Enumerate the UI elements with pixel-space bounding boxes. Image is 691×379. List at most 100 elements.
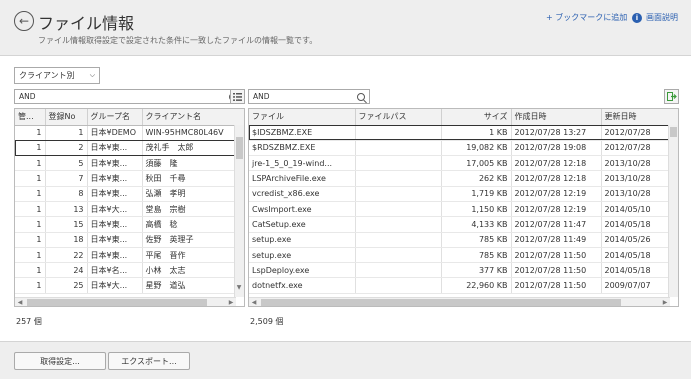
chevron-down-icon: ⌵: [89, 71, 95, 79]
scroll-thumb[interactable]: [236, 137, 243, 159]
table-cell: 須藤 隆: [142, 155, 244, 172]
table-cell: 2012/07/28 13:27: [511, 125, 602, 141]
table-cell: 1: [15, 216, 46, 233]
column-header[interactable]: 作成日時: [511, 109, 602, 126]
column-header[interactable]: 登録No: [45, 109, 88, 126]
table-row[interactable]: 1 22 日本¥東... 平尾 晋作: [15, 247, 244, 264]
table-cell: 平尾 晋作: [142, 247, 244, 264]
column-list-icon[interactable]: [230, 89, 245, 104]
table-cell: 18: [45, 232, 88, 248]
client-table: 管... 登録No グループ名 クライアント名 1 1 日本¥DEMO WIN-95H…: [14, 108, 245, 307]
table-cell: 日本¥DEMO: [87, 125, 143, 141]
scroll-thumb[interactable]: [261, 299, 621, 306]
column-header[interactable]: グループ名: [87, 109, 143, 126]
client-search-input[interactable]: AND: [14, 89, 242, 104]
vertical-scrollbar[interactable]: [234, 125, 244, 297]
table-row[interactable]: setup.exe 785 KB 2012/07/28 11:50 2014/05/1…: [249, 247, 678, 264]
table-row[interactable]: $RDSZBMZ.EXE 19,082 KB 2012/07/28 19:08 201…: [249, 140, 678, 157]
table-cell: 8: [45, 186, 88, 202]
table-row[interactable]: $IDSZBMZ.EXE 1 KB 2012/07/28 13:27 2012/07/…: [249, 125, 678, 141]
table-cell: 堂島 宗樹: [142, 201, 244, 218]
scroll-right-icon[interactable]: ▶: [660, 298, 670, 306]
table-row[interactable]: CwsImport.exe 1,150 KB 2012/07/28 12:19 201…: [249, 201, 678, 218]
back-arrow-icon[interactable]: ←: [14, 11, 34, 31]
column-header[interactable]: 更新日時: [601, 109, 678, 126]
table-cell: 2012/07/28 11:50: [511, 277, 602, 294]
table-row[interactable]: 1 7 日本¥東... 秋田 千尋: [15, 170, 244, 187]
table-cell: 7: [45, 170, 88, 187]
table-row[interactable]: 1 24 日本¥名... 小林 太志: [15, 262, 244, 279]
column-header[interactable]: ファイルパス: [355, 109, 442, 126]
acquire-settings-button[interactable]: 取得設定...: [14, 352, 106, 370]
table-cell: 日本¥東...: [87, 140, 143, 157]
column-header[interactable]: クライアント名: [142, 109, 244, 126]
table-cell: CatSetup.exe: [249, 216, 356, 233]
table-cell: 13: [45, 201, 88, 218]
table-row[interactable]: 1 13 日本¥大... 堂島 宗樹: [15, 201, 244, 218]
export-button[interactable]: エクスポート...: [108, 352, 190, 370]
file-search-input[interactable]: AND: [248, 89, 370, 104]
scroll-right-icon[interactable]: ▶: [226, 298, 236, 306]
file-count: 2,509 個: [250, 317, 284, 326]
bookmark-link[interactable]: + ブックマークに追加: [546, 12, 627, 23]
search-icon[interactable]: [357, 92, 365, 101]
table-row[interactable]: 1 15 日本¥東... 高橋 稔: [15, 216, 244, 233]
page-header: ← ファイル情報 ファイル情報取得設定で設定された条件に一致したファイルの情報一…: [0, 0, 691, 56]
column-header[interactable]: サイズ: [441, 109, 512, 126]
table-row[interactable]: setup.exe 785 KB 2012/07/28 11:49 2014/05/2…: [249, 232, 678, 248]
table-cell: 1: [15, 140, 46, 157]
table-row[interactable]: 1 25 日本¥大... 星野 道弘: [15, 277, 244, 294]
scroll-thumb[interactable]: [27, 299, 207, 306]
table-row[interactable]: LSPArchiveFile.exe 262 KB 2012/07/28 12:18…: [249, 170, 678, 187]
table-row[interactable]: vcredist_x86.exe 1,719 KB 2012/07/28 12:19…: [249, 186, 678, 202]
table-cell: 785 KB: [441, 232, 512, 248]
table-cell: [355, 277, 442, 294]
table-cell: 日本¥東...: [87, 170, 143, 187]
client-count: 257 個: [16, 317, 42, 326]
horizontal-scrollbar[interactable]: ◀ ▶: [15, 297, 236, 306]
table-cell: 2012/07/28 11:47: [511, 216, 602, 233]
table-cell: 1: [15, 170, 46, 187]
table-cell: [355, 125, 442, 141]
table-row[interactable]: jre-1_5_0_19-wind... 17,005 KB 2012/07/28 …: [249, 155, 678, 172]
table-cell: 17,005 KB: [441, 155, 512, 172]
scroll-left-icon[interactable]: ◀: [15, 298, 25, 306]
table-row[interactable]: dotnetfx.exe 22,960 KB 2012/07/28 11:50 200…: [249, 277, 678, 294]
scroll-down-icon[interactable]: ▼: [234, 283, 244, 293]
table-row[interactable]: 1 1 日本¥DEMO WIN-95HMC80L46V: [15, 125, 244, 141]
table-cell: 1: [15, 277, 46, 294]
table-cell: 22: [45, 247, 88, 264]
scroll-left-icon[interactable]: ◀: [249, 298, 259, 306]
table-cell: 2012/07/28 11:49: [511, 232, 602, 248]
table-cell: 日本¥東...: [87, 186, 143, 202]
vertical-scrollbar[interactable]: [668, 125, 678, 297]
table-row[interactable]: CatSetup.exe 4,133 KB 2012/07/28 11:47 2014…: [249, 216, 678, 233]
group-by-select[interactable]: クライアント別 ⌵: [14, 67, 100, 84]
page-subtitle: ファイル情報取得設定で設定された条件に一致したファイルの情報一覧です。: [38, 36, 318, 45]
table-row[interactable]: 1 18 日本¥東... 佐野 英理子: [15, 232, 244, 248]
table-cell: 4,133 KB: [441, 216, 512, 233]
export-icon[interactable]: [664, 89, 679, 104]
table-row[interactable]: LspDeploy.exe 377 KB 2012/07/28 11:50 2014/…: [249, 262, 678, 279]
column-header[interactable]: ファイル: [249, 109, 356, 126]
table-cell: 星野 道弘: [142, 277, 244, 294]
table-cell: 日本¥東...: [87, 232, 143, 248]
table-row[interactable]: 1 2 日本¥東... 茂礼手 太郎: [15, 140, 244, 157]
client-search-value: AND: [19, 92, 36, 101]
table-cell: [355, 262, 442, 279]
table-cell: 日本¥大...: [87, 277, 143, 294]
scroll-thumb[interactable]: [670, 127, 677, 137]
page-title: ファイル情報: [38, 14, 135, 33]
horizontal-scrollbar[interactable]: ◀ ▶: [249, 297, 670, 306]
table-cell: 茂礼手 太郎: [142, 140, 244, 157]
table-row[interactable]: 1 8 日本¥東... 弘瀬 孝明: [15, 186, 244, 202]
help-link-label: 画面説明: [646, 13, 678, 22]
column-header[interactable]: 管...: [15, 109, 46, 126]
table-cell: [355, 140, 442, 157]
table-cell: 日本¥大...: [87, 201, 143, 218]
table-cell: vcredist_x86.exe: [249, 186, 356, 202]
table-row[interactable]: 1 5 日本¥東... 須藤 隆: [15, 155, 244, 172]
help-link[interactable]: i 画面説明: [632, 12, 678, 23]
table-cell: [355, 232, 442, 248]
table-cell: 1 KB: [441, 125, 512, 141]
